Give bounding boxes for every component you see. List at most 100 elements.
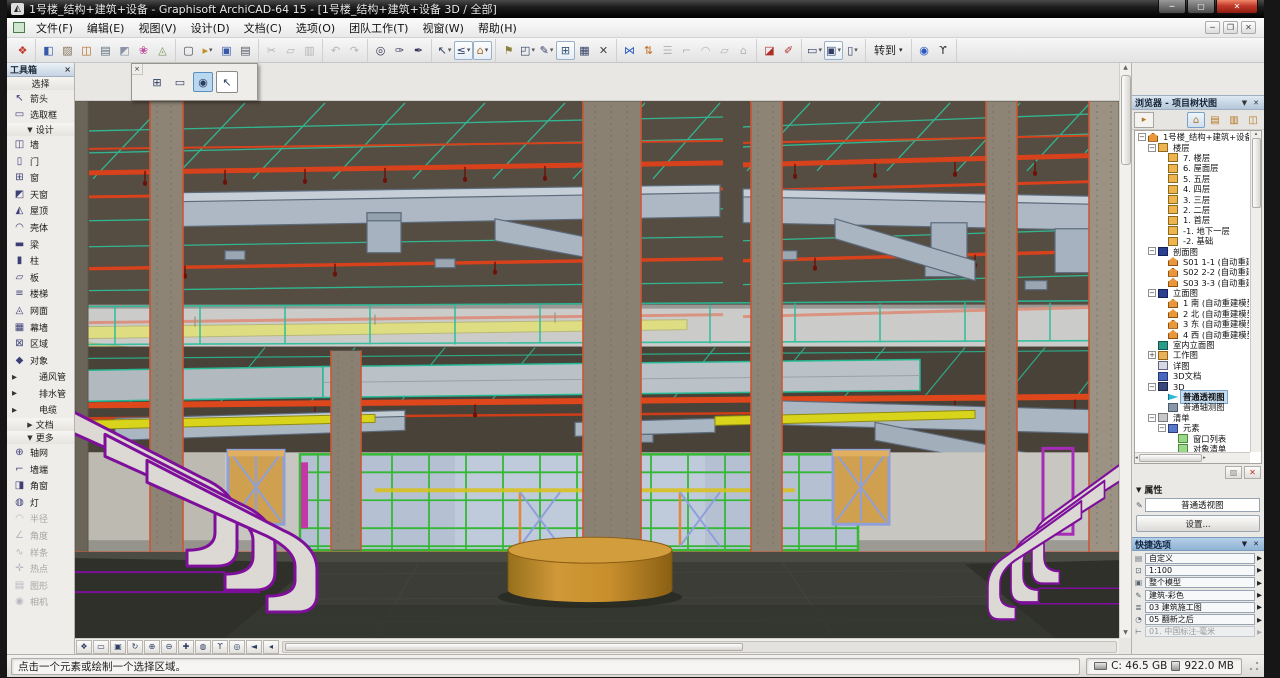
pan-icon[interactable]: ✚ (178, 640, 194, 654)
maximize-button[interactable]: ▢ (1187, 0, 1215, 14)
toolbox-group-header[interactable]: ▶文档 (7, 418, 74, 431)
quick-option-value[interactable]: 1:100 (1145, 565, 1255, 576)
chevron-down-icon[interactable]: ▾ (818, 46, 822, 54)
toolbox-tool-角窗[interactable]: ◨角窗 (7, 477, 74, 494)
quick-option-value[interactable]: 05 翻新之后 (1145, 614, 1255, 625)
markup-entry-icon[interactable]: ◪ (760, 41, 779, 60)
flyout-arrow-icon[interactable]: ▶ (1257, 566, 1262, 574)
fit-in-window-icon[interactable]: ▣ (110, 640, 126, 654)
publisher-icon[interactable]: ◫ (1244, 112, 1262, 128)
show-layout-window-icon[interactable]: ▯▾ (843, 41, 862, 60)
toolbox-tool-区域[interactable]: ⊠区域 (7, 335, 74, 352)
toolbox-tool-箭头[interactable]: ↖箭头 (7, 90, 74, 107)
selection-mode-icon[interactable]: ↖▾ (435, 41, 454, 60)
mdi-close-button[interactable]: ✕ (1241, 21, 1256, 34)
trace-reference-icon[interactable]: ⋈ (620, 41, 639, 60)
menu-item-7[interactable]: 视窗(W) (415, 18, 470, 38)
inject-parameters-icon[interactable]: ✒ (409, 41, 428, 60)
toolbox-tool-墙端[interactable]: ⌐墙端 (7, 461, 74, 478)
mdi-minimize-button[interactable]: ─ (1205, 21, 1220, 34)
toolbox-tool-壳体[interactable]: ◠壳体 (7, 219, 74, 236)
quick-option-value[interactable]: 建筑-彩色 (1145, 590, 1255, 601)
print-icon[interactable]: ▤ (236, 41, 255, 60)
toolbox-tool-板[interactable]: ▱板 (7, 269, 74, 286)
help-web-icon[interactable]: ◉ (915, 41, 934, 60)
zoom-out-icon[interactable]: ⊖ (161, 640, 177, 654)
toolbox-tool-门[interactable]: ▯门 (7, 153, 74, 170)
menu-item-5[interactable]: 选项(O) (289, 18, 342, 38)
document-window-icon[interactable] (13, 22, 25, 33)
collapse-box-icon[interactable]: − (1148, 247, 1156, 255)
arrow-settings-icon[interactable]: ⊞ (147, 72, 167, 92)
chevron-down-icon[interactable]: ▾ (837, 46, 841, 54)
toolbox-tool-对象[interactable]: ◆对象 (7, 352, 74, 369)
zoom-in-icon[interactable]: ⊕ (144, 640, 160, 654)
quick-option-value[interactable]: 自定义 (1145, 553, 1255, 564)
explore-walk-icon[interactable]: ϒ (934, 41, 953, 60)
pickup-parameters-icon[interactable]: ✑ (390, 41, 409, 60)
flyout-arrow-icon[interactable]: ▶ (1257, 554, 1262, 562)
quick-option-renovation-filter[interactable]: ◔05 翻新之后▶ (1134, 613, 1262, 625)
3d-viewport[interactable]: × ⊞▭◉↖ (75, 63, 1131, 654)
marquee-settings-icon[interactable]: ▭ (170, 72, 190, 92)
toolbox-tool-幕墙[interactable]: ▦幕墙 (7, 319, 74, 336)
infobox-close-icon[interactable]: × (132, 64, 143, 75)
menu-item-1[interactable]: 编辑(E) (80, 18, 132, 38)
collapse-box-icon[interactable]: − (1148, 383, 1156, 391)
viewport-vertical-scrollbar[interactable]: ▲ ▼ (1119, 63, 1131, 638)
teamwork-project-icon[interactable]: ◧ (39, 41, 58, 60)
show-3d-window-icon[interactable]: ▣▾ (824, 41, 843, 60)
collapse-box-icon[interactable]: − (1148, 144, 1156, 152)
quick-option-layer[interactable]: ≣03 建筑施工图▶ (1134, 601, 1262, 613)
chevron-down-icon[interactable]: ▾ (531, 46, 535, 54)
chevron-down-icon[interactable]: ▾ (485, 46, 489, 54)
mdi-restore-button[interactable]: ❐ (1223, 21, 1238, 34)
menu-item-6[interactable]: 团队工作(T) (342, 18, 415, 38)
toolbox-tool-轴网[interactable]: ⊕轴网 (7, 444, 74, 461)
menu-item-2[interactable]: 视图(V) (131, 18, 183, 38)
archicad-news-icon[interactable]: ❖ (13, 41, 32, 60)
flyout-arrow-icon[interactable]: ▶ (1257, 591, 1262, 599)
toolbar-close-icon[interactable]: ✕ (594, 41, 613, 60)
project-preview-icon[interactable]: ▨ (58, 41, 77, 60)
pen-weight-icon[interactable]: ✎▾ (537, 41, 556, 60)
flyout-arrow-icon[interactable]: ▶ (1257, 579, 1262, 587)
selection-magnet-icon[interactable]: ⌂▾ (473, 41, 492, 60)
toolbox-group-header[interactable]: 选择 (7, 77, 74, 90)
collapse-icon[interactable]: ▼ (1136, 486, 1141, 494)
menu-item-0[interactable]: 文件(F) (29, 18, 80, 38)
toolbox-caption[interactable]: 工具箱 × (7, 63, 74, 77)
menu-item-3[interactable]: 设计(D) (184, 18, 237, 38)
scroll-left-icon[interactable]: ◂ (263, 640, 279, 654)
chevron-down-icon[interactable]: ▾ (209, 46, 213, 54)
chevron-down-icon[interactable]: ▾ (854, 46, 858, 54)
scroll-down-icon[interactable]: ▼ (1123, 628, 1128, 638)
collapse-box-icon[interactable]: − (1138, 133, 1146, 141)
markup-stamp-icon[interactable]: ✐ (779, 41, 798, 60)
tree-horizontal-scrollbar[interactable]: ◂▸ (1135, 452, 1250, 463)
toolbox-tool-柱[interactable]: ▮柱 (7, 252, 74, 269)
quick-option-scale[interactable]: ⊡1:100▶ (1134, 564, 1262, 576)
scrollbar-thumb[interactable] (285, 643, 743, 651)
toolbox-group-header[interactable]: ▼更多 (7, 431, 74, 444)
quick-option-layer-combination[interactable]: ▤自定义▶ (1134, 552, 1262, 564)
close-button[interactable]: ✕ (1216, 0, 1258, 14)
navigator-close-icon[interactable]: ✕ (1251, 99, 1261, 107)
chevron-down-icon[interactable]: ▾ (550, 46, 554, 54)
current-tool-arrow-icon[interactable]: ↖ (216, 71, 238, 93)
navigator-caption[interactable]: 浏览器 - 项目树状图 ▼ ✕ (1132, 95, 1264, 110)
view-map-icon[interactable]: ▤ (1206, 112, 1224, 128)
quick-options-close-icon[interactable]: ✕ (1251, 540, 1261, 548)
navigator-preview-button[interactable]: ▨ (1225, 466, 1242, 479)
toolbox-tool-网面[interactable]: ◬网面 (7, 302, 74, 319)
send-receive-icon[interactable]: ◩ (115, 41, 134, 60)
project-map-icon[interactable]: ⌂ (1187, 112, 1205, 128)
zoom-window-icon[interactable]: ◎ (229, 640, 245, 654)
quick-option-pen-set[interactable]: ✎建筑-彩色▶ (1134, 589, 1262, 601)
orbit-icon[interactable]: ↻ (127, 640, 143, 654)
navigator-menu-icon[interactable]: ▼ (1240, 99, 1249, 107)
tree-vertical-scrollbar[interactable]: ▴ (1250, 131, 1261, 452)
collapse-box-icon[interactable]: − (1158, 424, 1166, 432)
layout-book-icon[interactable]: ▥ (1225, 112, 1243, 128)
goto-button[interactable]: 转到▾ (869, 41, 908, 59)
